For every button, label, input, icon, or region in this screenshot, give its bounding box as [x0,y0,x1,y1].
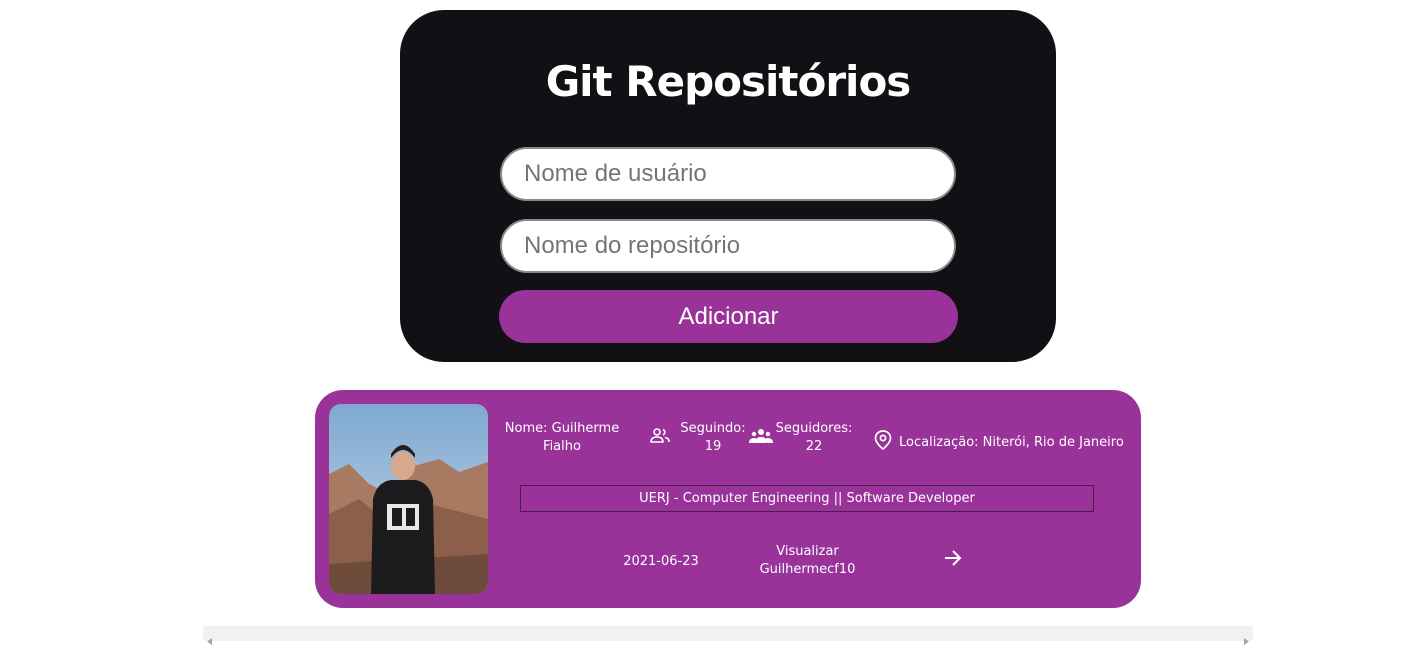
location-pin-icon [874,430,892,454]
following-label: Seguindo: [680,421,746,436]
view-repo-link[interactable]: Visualizar Guilhermecf10 [745,543,870,579]
profile-location: Localização: Niterói, Rio de Janeiro [899,435,1124,450]
scroll-right-icon[interactable] [1243,630,1249,649]
view-label: Visualizar [776,544,839,559]
arrow-right-icon[interactable] [943,548,963,572]
followers-label: Seguidores: [775,421,853,436]
following-count: Seguindo: 19 [677,420,749,456]
horizontal-scrollbar[interactable] [203,626,1253,645]
groups-icon [749,428,773,448]
followers-count: Seguidores: 22 [775,420,853,456]
repository-input[interactable] [500,219,956,273]
app-title: Git Repositórios [545,57,912,106]
repo-form-card: Git Repositórios Adicionar [400,10,1056,362]
profile-name: Nome: Guilherme Fialho [504,421,620,454]
following-value: 19 [704,439,722,454]
profile-bio: UERJ - Computer Engineering || Software … [520,485,1094,512]
people-outline-icon [650,428,670,448]
repo-profile-card: Nome: Guilherme Fialho Seguindo: 19 Segu… [315,390,1141,608]
view-repo-name: Guilhermecf10 [759,562,856,577]
followers-value: 22 [805,439,823,454]
avatar [329,404,488,594]
username-input[interactable] [500,147,956,201]
repo-date: 2021-06-23 [623,554,699,569]
scroll-left-icon[interactable] [207,630,213,649]
add-button[interactable]: Adicionar [499,290,958,343]
